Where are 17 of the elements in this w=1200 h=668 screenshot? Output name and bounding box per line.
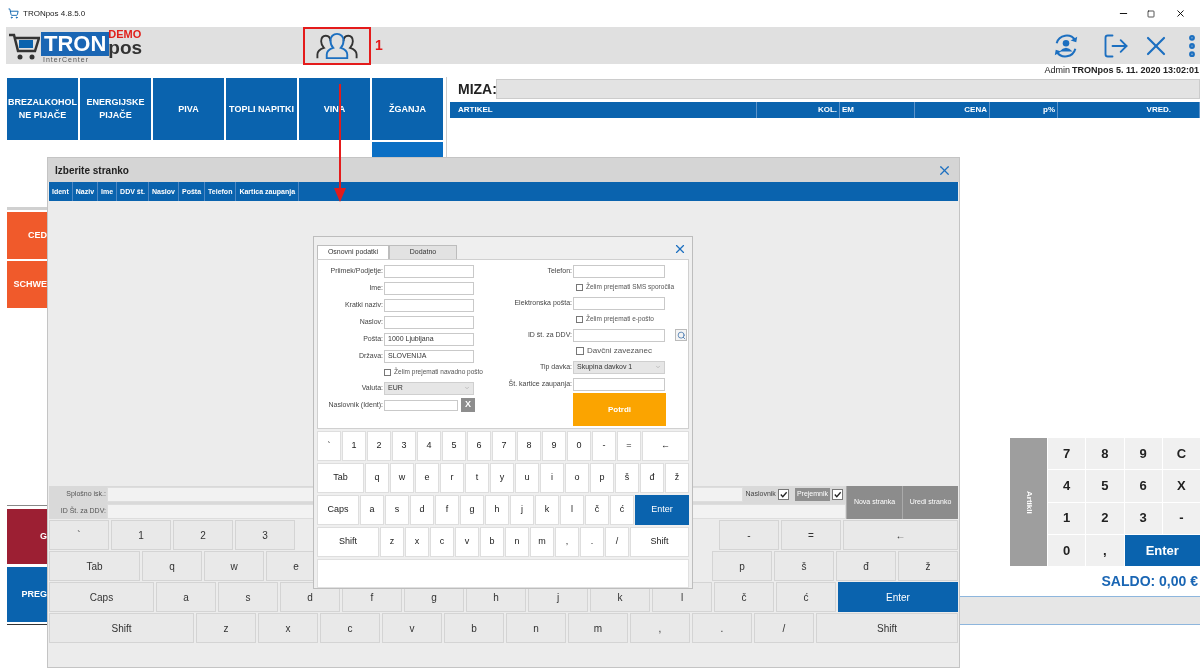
- column-header: KOL.: [757, 102, 840, 118]
- table-label: MIZA:: [457, 79, 496, 99]
- session-details: TRONpos 5. 11. 2020 13:02:01: [1071, 63, 1199, 77]
- column-header: p%: [990, 102, 1058, 118]
- dialog-title: Izberite stranko: [55, 163, 129, 178]
- column-header: CENA: [915, 102, 990, 118]
- window-title: TRONpos 4.8.5.0: [23, 7, 86, 20]
- balance-text: SALDO: 0,00 €: [1101, 572, 1198, 591]
- user-name: Admin: [1044, 63, 1070, 77]
- checkbox-label: Davčni zavezanec: [587, 345, 652, 357]
- demo-label: DEMO: [108, 28, 142, 40]
- logo-suffix: pos: [108, 39, 143, 56]
- column-header: EM: [840, 102, 915, 118]
- logo-text: TRON: [41, 31, 110, 56]
- annotation-number: 1: [375, 36, 383, 55]
- column-header: ARTIKEL: [450, 102, 757, 118]
- column-header: VRED.: [1058, 102, 1200, 118]
